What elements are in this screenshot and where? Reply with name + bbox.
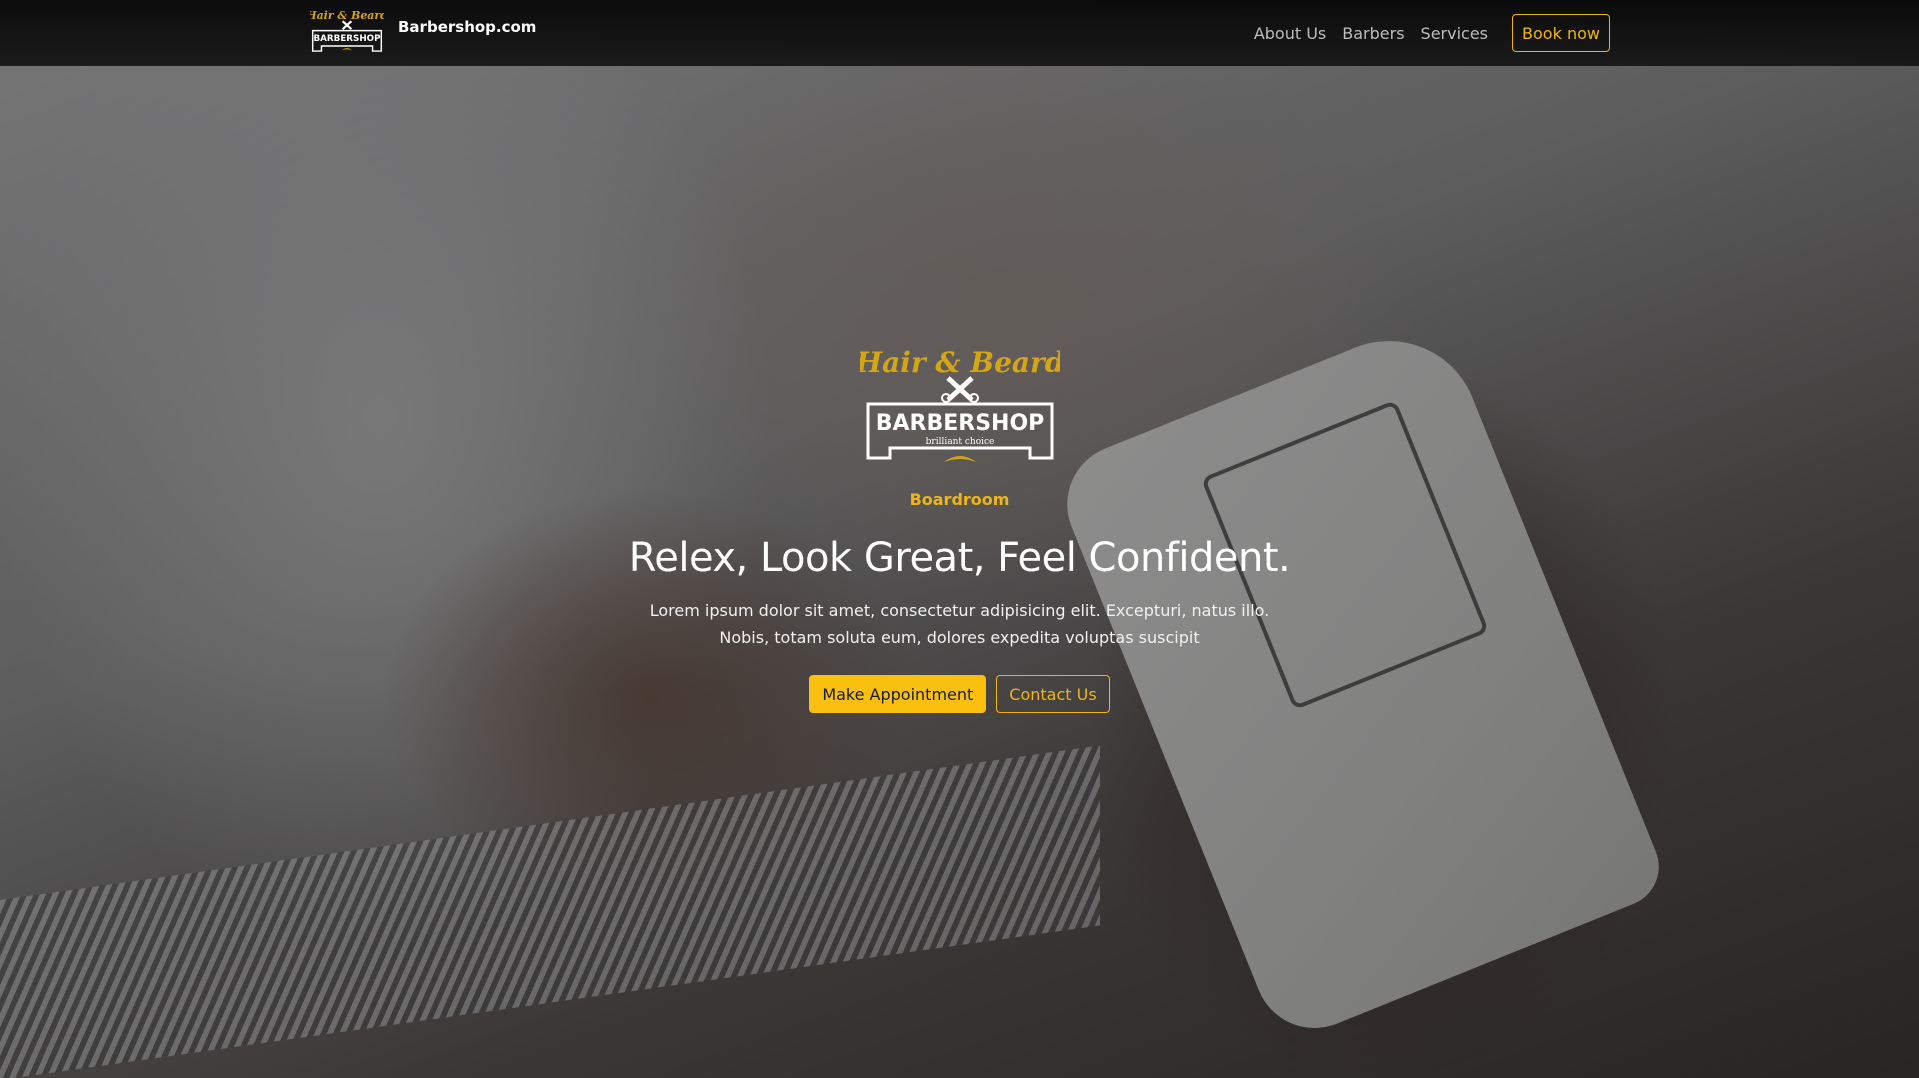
brand-link[interactable]: Hair & Beard BARBERSHOP Barbershop.com bbox=[310, 8, 536, 54]
hero-description: Lorem ipsum dolor sit amet, consectetur … bbox=[649, 601, 1270, 647]
nav-link-barbers[interactable]: Barbers bbox=[1342, 24, 1404, 43]
hero-actions: Make Appointment Contact Us bbox=[0, 675, 1919, 713]
logo-main-text: BARBERSHOP bbox=[313, 34, 381, 44]
nav-link-about-us[interactable]: About Us bbox=[1254, 24, 1326, 43]
nav-links: About Us Barbers Services Book now bbox=[1238, 0, 1610, 66]
make-appointment-button[interactable]: Make Appointment bbox=[809, 675, 987, 713]
nav-link-services[interactable]: Services bbox=[1421, 24, 1488, 43]
hero-logo-tagline: brilliant choice bbox=[925, 437, 994, 447]
contact-us-button[interactable]: Contact Us bbox=[996, 675, 1110, 713]
hero-logo-main-text: BARBERSHOP bbox=[875, 411, 1044, 436]
brand-name: Barbershop.com bbox=[398, 18, 537, 36]
logo-script-text: Hair & Beard bbox=[310, 9, 384, 22]
hero-title: Relex, Look Great, Feel Confident. bbox=[628, 535, 1291, 581]
navbar: Hair & Beard BARBERSHOP Barbershop.com A… bbox=[0, 0, 1919, 66]
hero-eyebrow: Boardroom bbox=[909, 490, 1010, 509]
hero-logo-script-text: Hair & Beard bbox=[860, 346, 1060, 379]
hero-barbershop-logo-icon: Hair & Beard BARBERSHOP brilliant choice bbox=[860, 346, 1060, 462]
barbershop-logo-icon: Hair & Beard BARBERSHOP bbox=[310, 9, 384, 52]
page: Hair & Beard BARBERSHOP Barbershop.com A… bbox=[0, 0, 1919, 1078]
hero-section: Hair & Beard BARBERSHOP brilliant choice… bbox=[0, 340, 1919, 713]
book-now-button[interactable]: Book now bbox=[1512, 14, 1610, 52]
navbar-container: Hair & Beard BARBERSHOP Barbershop.com A… bbox=[310, 0, 1610, 66]
